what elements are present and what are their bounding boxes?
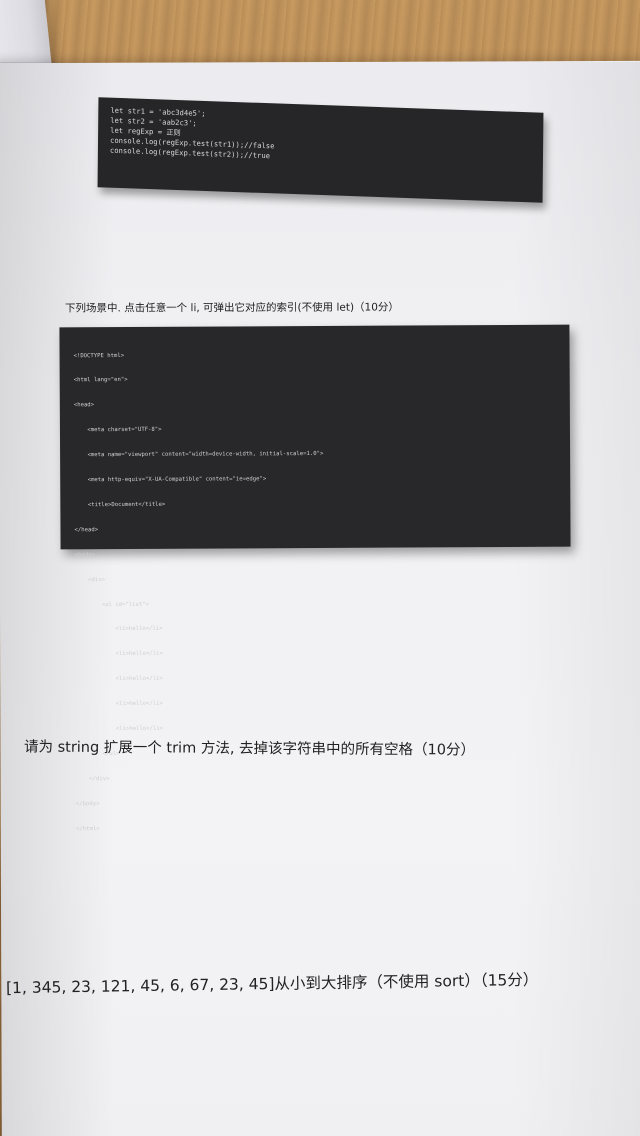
code-line: <li>hello</li>	[75, 651, 163, 658]
code-line: <body>	[74, 551, 95, 558]
code-line: <meta http-equiv="X-UA-Compatible" conte…	[74, 476, 267, 484]
question-li-index: 下列场景中. 点击任意一个 li, 可弹出它对应的索引(不使用 let)（10分…	[64, 301, 399, 315]
code-line: <title>Document</title>	[74, 501, 166, 509]
photo-scene: let str1 = 'abc3d4e5'; let str2 = 'aab2c…	[0, 0, 640, 1136]
code-line: <li>hello</li>	[75, 675, 163, 683]
code-block-regexp: let str1 = 'abc3d4e5'; let str2 = 'aab2c…	[97, 97, 544, 203]
code-block-html: <!DOCTYPE html> <html lang="en"> <head> …	[59, 324, 571, 832]
question-trim: 请为 string 扩展一个 trim 方法, 去掉该字符串中的所有空格（10分…	[23, 739, 476, 759]
code-line: </body>	[75, 800, 100, 807]
code-line: <li>hello</li>	[75, 700, 163, 708]
code-line: <li>hello</li>	[75, 725, 164, 733]
code-line: <meta charset="UTF-8">	[73, 427, 162, 434]
code-line: <!DOCTYPE html>	[73, 352, 125, 359]
code-line: <li>hello</li>	[74, 626, 163, 633]
code-line: <meta name="viewport" content="width=dev…	[74, 451, 324, 459]
code-line: <html lang="en">	[73, 377, 128, 384]
code-line: <ul id="list">	[74, 601, 149, 608]
code-line: <div>	[74, 576, 106, 583]
code-line: </div>	[75, 775, 110, 782]
code-line: <head>	[73, 402, 95, 409]
code-line: </html>	[76, 825, 100, 832]
code-line: </head>	[74, 526, 99, 534]
